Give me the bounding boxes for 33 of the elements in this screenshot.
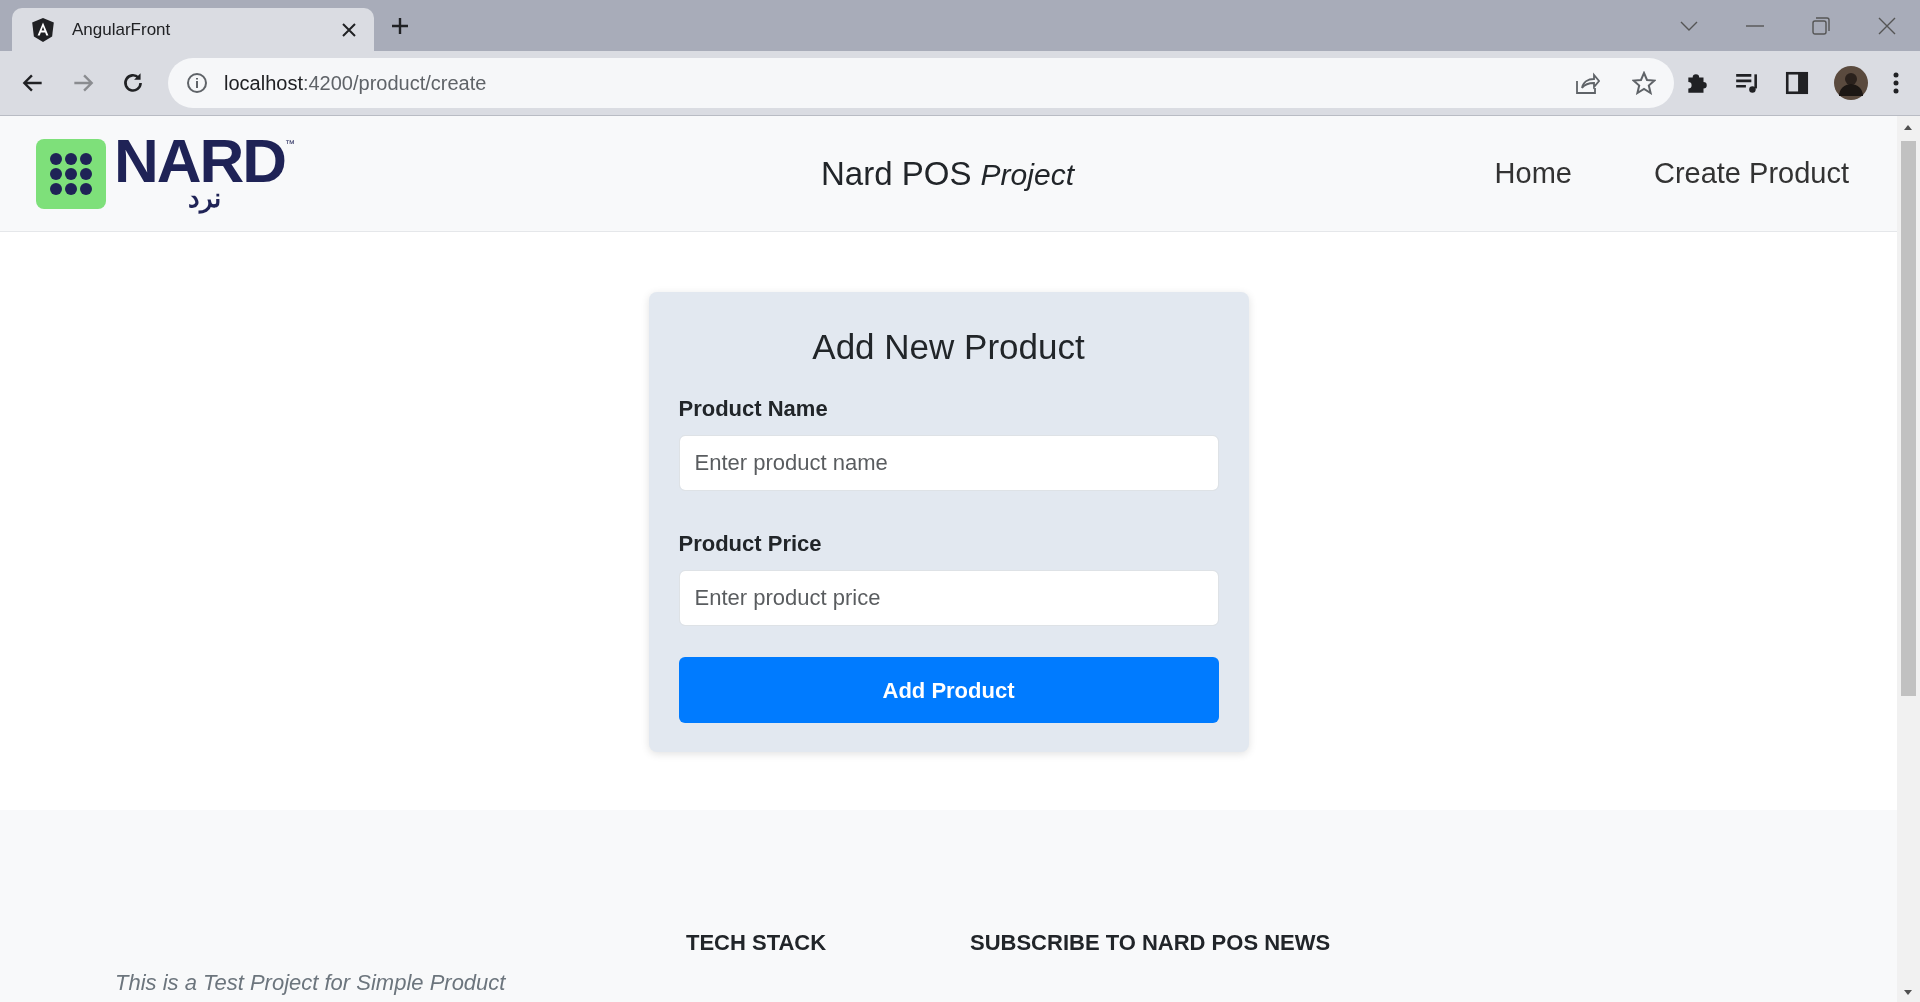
footer-heading: SUBSCRIBE TO NARD POS NEWS	[970, 930, 1331, 955]
new-tab-icon[interactable]	[390, 15, 410, 36]
footer-about-text: This is a Test Project for Simple Product	[115, 969, 507, 997]
logo-dots-icon	[36, 138, 106, 209]
form-title: Add New Product	[811, 326, 1086, 368]
trademark-sign: ™	[285, 136, 296, 151]
logo-arabic-text: نرد	[188, 185, 222, 212]
browser-tab[interactable]: AngularFront	[12, 8, 374, 51]
input-field[interactable]: Enter product price	[678, 570, 1219, 626]
tab-title: AngularFront	[72, 18, 172, 41]
share-icon[interactable]	[1574, 71, 1600, 95]
nav-link[interactable]: Home	[1494, 151, 1572, 196]
chevron-down-icon[interactable]	[1680, 20, 1698, 31]
restore-icon[interactable]	[1812, 16, 1830, 35]
star-icon[interactable]	[1632, 71, 1656, 95]
address-bar[interactable]: localhost:4200/product/create	[168, 58, 1674, 108]
info-icon[interactable]	[186, 72, 208, 94]
add-product-button[interactable]: Add Product	[678, 657, 1219, 723]
input-field[interactable]: Enter product name	[678, 435, 1219, 491]
kebab-menu-icon[interactable]	[1892, 71, 1900, 95]
close-tab-button[interactable]	[342, 22, 356, 37]
url-host: localhost	[224, 72, 303, 94]
field-label: Product Name	[678, 395, 829, 423]
shield-a-icon	[30, 16, 56, 43]
avatar-icon[interactable]	[1834, 66, 1868, 100]
url-path: :4200/product/create	[302, 72, 487, 94]
site-title: Nard POS Project	[821, 153, 1074, 194]
close-icon[interactable]	[1878, 16, 1896, 35]
footer-heading: TECH STACK	[686, 930, 827, 955]
logo-text: NARD	[114, 135, 286, 186]
field-label: Product Price	[678, 530, 823, 558]
nav-link[interactable]: Create Product	[1653, 151, 1849, 196]
side-panel-icon[interactable]	[1784, 70, 1810, 96]
